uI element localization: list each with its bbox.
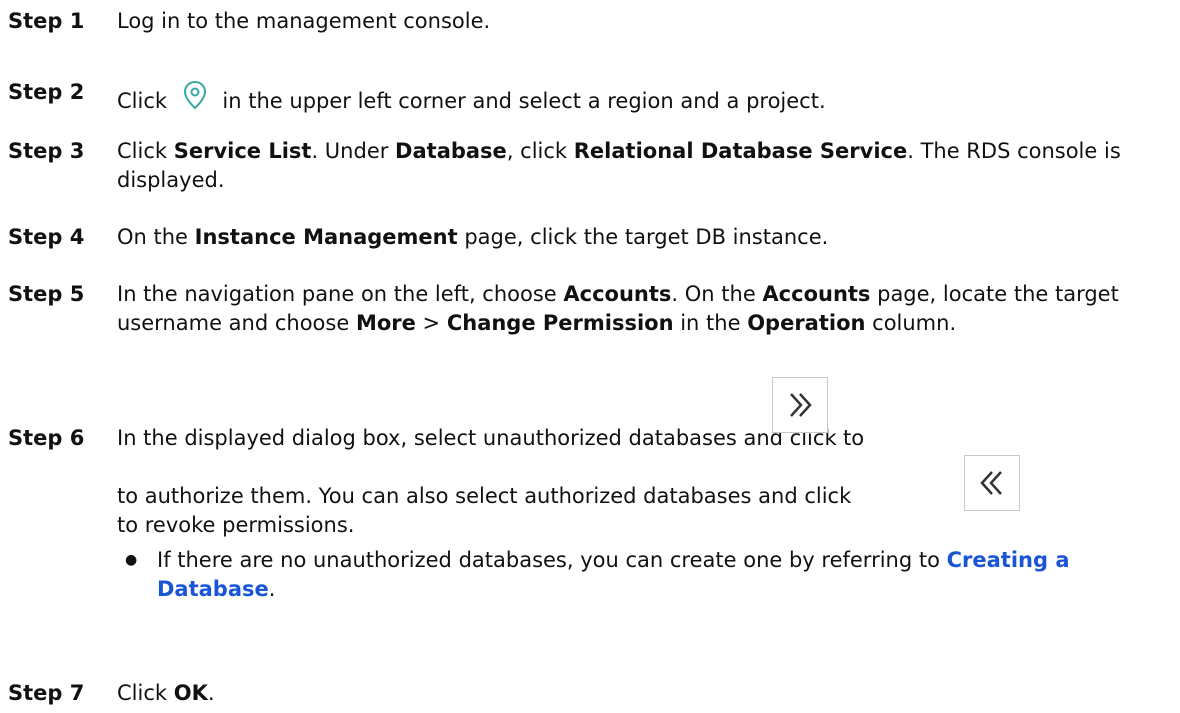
double-chevron-left-icon bbox=[980, 471, 1002, 495]
ui-term: Service List bbox=[173, 139, 312, 163]
bullet-icon: ● bbox=[125, 552, 138, 568]
step-6-line-1: In the displayed dialog box, select unau… bbox=[117, 377, 1167, 453]
step-1: Step 1 Log in to the management console. bbox=[8, 7, 1168, 36]
remove-from-authorized-button[interactable] bbox=[964, 455, 1020, 511]
to-text: to bbox=[843, 426, 865, 450]
step-label: Step 2 bbox=[8, 80, 85, 104]
step-label: Step 7 bbox=[8, 681, 85, 705]
note-bullet: ● If there are no unauthorized databases… bbox=[117, 546, 1167, 604]
step-label: Step 5 bbox=[8, 282, 85, 306]
step-text: In the displayed dialog box, select unau… bbox=[117, 377, 1167, 604]
ui-term: More bbox=[355, 311, 416, 335]
step-5: Step 5 In the navigation pane on the lef… bbox=[8, 280, 1168, 338]
ui-term: OK bbox=[173, 681, 208, 705]
ui-term: Accounts bbox=[563, 282, 672, 306]
step-text: On the Instance Management page, click t… bbox=[117, 225, 829, 249]
step-label: Step 4 bbox=[8, 225, 85, 249]
step-label: Step 1 bbox=[8, 9, 85, 33]
step-6: Step 6 In the displayed dialog box, sele… bbox=[8, 377, 1168, 604]
step-label: Step 6 bbox=[8, 426, 85, 450]
step-text: In the navigation pane on the left, choo… bbox=[117, 282, 1119, 335]
step-7: Step 7 Click OK. bbox=[8, 679, 1168, 708]
step-6-line-3: to revoke permissions. bbox=[117, 513, 355, 537]
double-chevron-right-icon bbox=[790, 393, 812, 417]
step-3: Step 3 Click Service List. Under Databas… bbox=[8, 137, 1168, 195]
ui-term: Accounts bbox=[762, 282, 871, 306]
step-6-line-2: to authorize them. You can also select a… bbox=[117, 455, 1167, 511]
add-to-authorized-button[interactable] bbox=[772, 377, 828, 433]
step-text: Click in the upper left corner and selec… bbox=[117, 78, 1167, 116]
step-label: Step 3 bbox=[8, 139, 85, 163]
location-pin-icon bbox=[178, 78, 212, 112]
step-4: Step 4 On the Instance Management page, … bbox=[8, 223, 1168, 252]
ui-term: Change Permission bbox=[446, 311, 674, 335]
step-text: Click OK. bbox=[117, 681, 215, 705]
ui-term: Instance Management bbox=[194, 225, 458, 249]
step-text: Click Service List. Under Database, clic… bbox=[117, 139, 1121, 192]
step-2: Step 2 Click in the upper left corner an… bbox=[8, 78, 1168, 116]
step-text: Log in to the management console. bbox=[117, 9, 491, 33]
note-text: If there are no unauthorized databases, … bbox=[157, 548, 1070, 601]
ui-term: Relational Database Service bbox=[573, 139, 908, 163]
ui-term: Operation bbox=[747, 311, 866, 335]
ui-term: Database bbox=[395, 139, 507, 163]
